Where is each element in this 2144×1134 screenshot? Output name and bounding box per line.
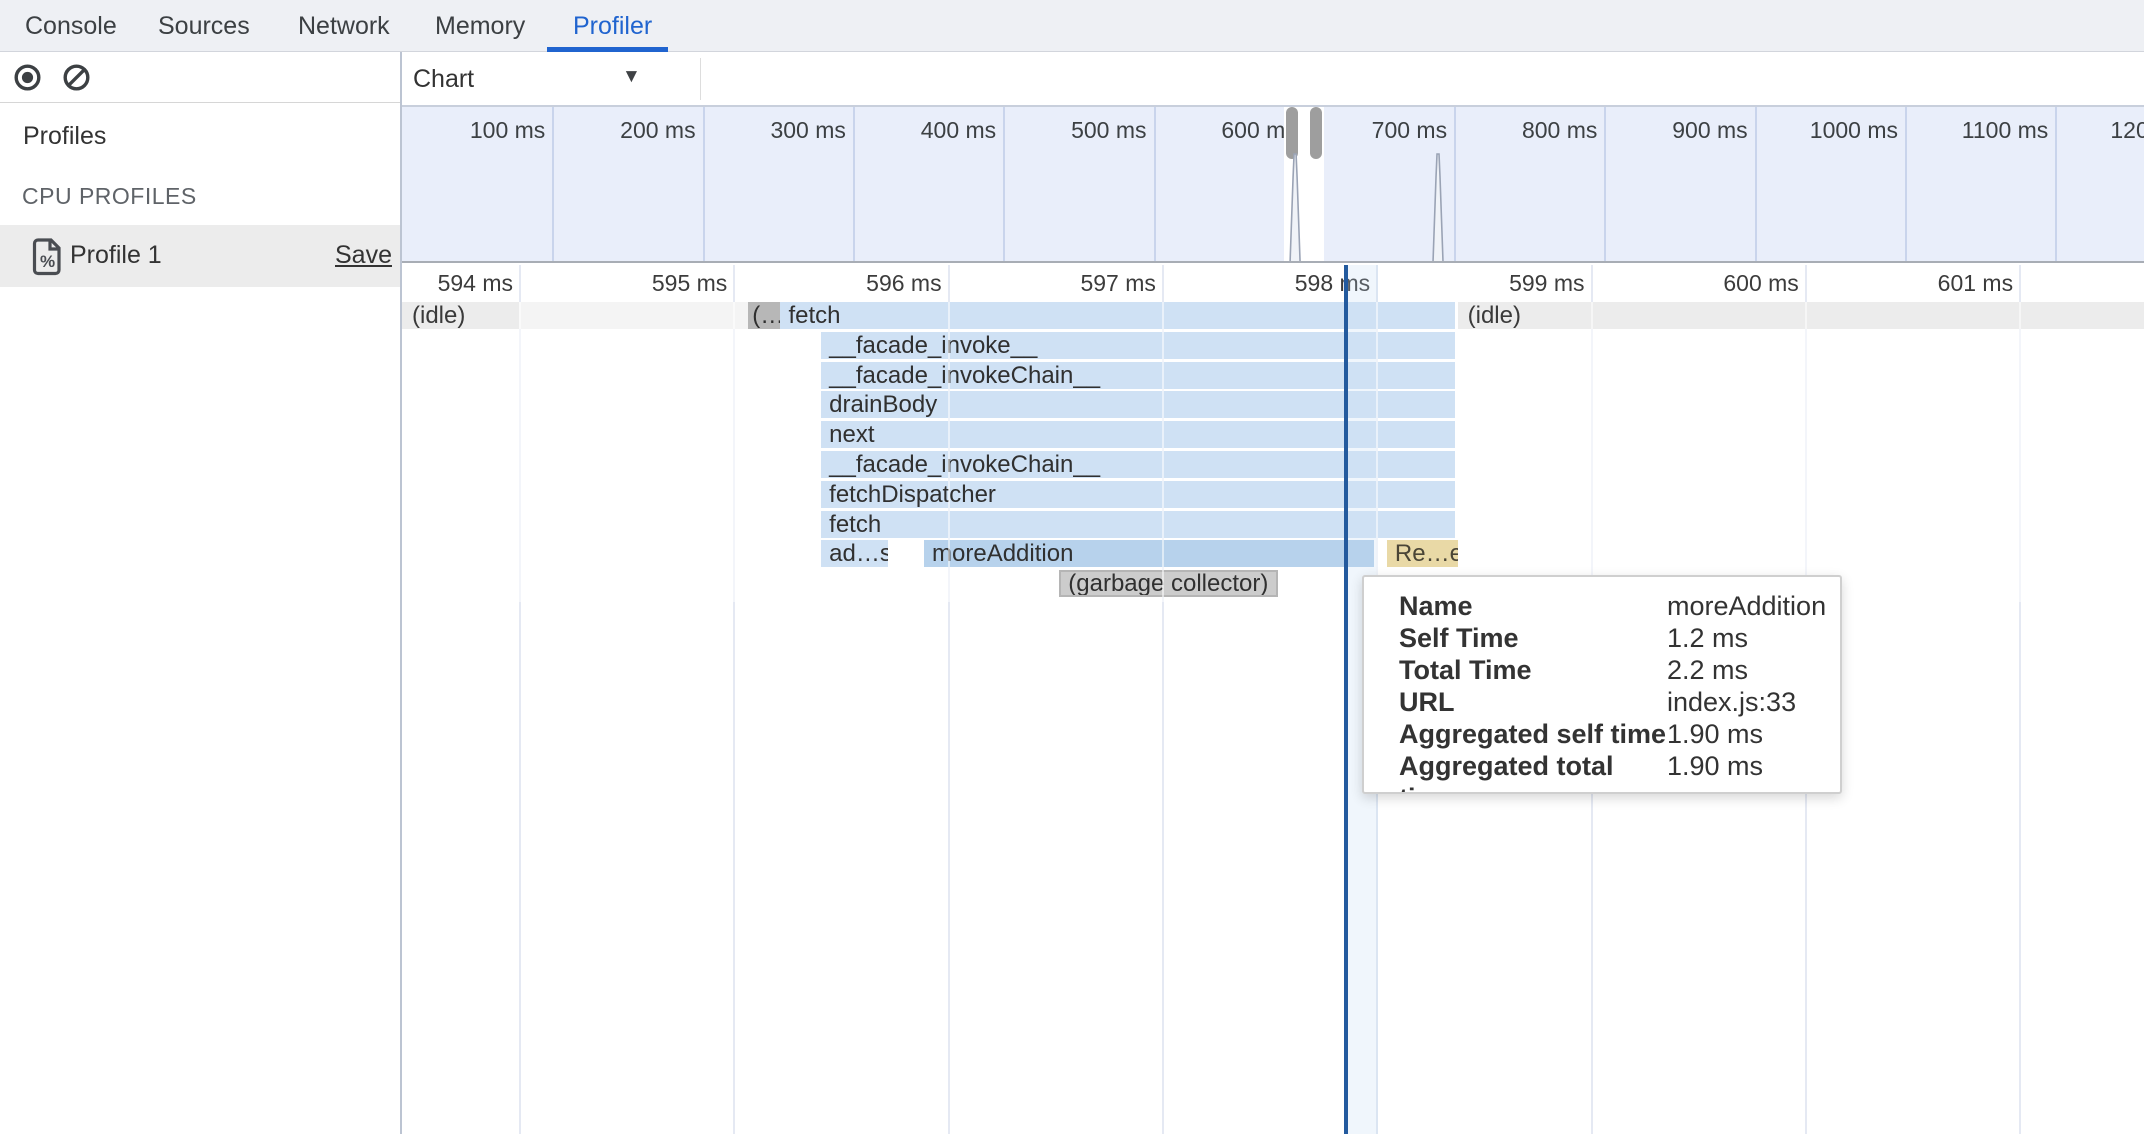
cpu-spike (1433, 154, 1443, 262)
gridline-seam (1805, 302, 1807, 602)
tooltip-row: Aggregated self time1.90 ms (1399, 718, 1840, 750)
tooltip-value: 2.2 ms (1667, 654, 1840, 686)
tooltip-row: Aggregated total time1.90 ms (1399, 750, 1840, 794)
clear-icon[interactable] (62, 63, 91, 92)
time-ruler-label: 599 ms (1425, 270, 1585, 297)
save-profile-link[interactable]: Save (335, 241, 392, 270)
tooltip-value: 1.2 ms (1667, 622, 1840, 654)
flame-bar-moreaddition[interactable]: moreAddition (924, 540, 1374, 567)
flame-bar-facade-invoke[interactable]: __facade_invoke__ (821, 332, 1455, 359)
devtools-window: Console Sources Network Memory Profiler Prof… (0, 0, 2144, 1134)
tab-console[interactable]: Console (25, 0, 117, 52)
flame-bar-re-e[interactable]: Re…e (1387, 540, 1458, 567)
flame-bar-garbage-collector[interactable]: (garbage collector) (1059, 570, 1278, 597)
flame-bar-ad-s[interactable]: ad…s (821, 540, 887, 567)
flame-bar-drainbody[interactable]: drainBody (821, 391, 1455, 418)
tab-sources[interactable]: Sources (158, 0, 250, 52)
tooltip-value: index.js:33 (1667, 686, 1840, 718)
time-ruler-label: 596 ms (782, 270, 942, 297)
flame-bar-next[interactable]: next (821, 421, 1455, 448)
tooltip-label: Aggregated self time (1399, 718, 1667, 750)
profile-list-item[interactable]: % Profile 1 Save (0, 225, 400, 287)
sidebar-toolbar (0, 52, 400, 103)
flame-bar-fetchdispatcher[interactable]: fetchDispatcher (821, 481, 1455, 508)
flame-bar-facade-invokechain[interactable]: __facade_invokeChain__ (821, 362, 1455, 389)
profiler-toolbar: Chart ▼ (402, 52, 2144, 106)
tooltip-row: URLindex.js:33 (1399, 686, 1840, 718)
gridline-seam (519, 302, 521, 602)
toolbar-separator (700, 58, 701, 100)
flame-bar-idle[interactable] (519, 302, 748, 329)
time-ruler-label: 600 ms (1639, 270, 1799, 297)
sidebar: Profiles CPU PROFILES % Profile 1 Save (0, 52, 400, 1134)
time-ruler-label: 597 ms (996, 270, 1156, 297)
cpu-activity-sparkline (402, 107, 2144, 263)
overview-timeline[interactable]: 100 ms200 ms300 ms400 ms500 ms600 ms700 … (402, 106, 2144, 263)
tab-memory[interactable]: Memory (435, 0, 525, 52)
tooltip-row: NamemoreAddition (1399, 590, 1840, 622)
tooltip-label: Aggregated total time (1399, 750, 1667, 794)
flame-bar-fetch[interactable]: fetch (780, 302, 1455, 329)
frame-tooltip: NamemoreAdditionSelf Time1.2 msTotal Tim… (1362, 575, 1842, 794)
time-ruler-label: 601 ms (1853, 270, 2013, 297)
tooltip-row: Self Time1.2 ms (1399, 622, 1840, 654)
view-mode-label: Chart (413, 65, 474, 94)
tooltip-label: Name (1399, 590, 1667, 622)
flame-chart[interactable]: 594 ms595 ms596 ms597 ms598 ms599 ms600 … (402, 265, 2144, 1134)
profile-name: Profile 1 (70, 241, 162, 270)
flame-bar-fetch[interactable]: fetch (821, 511, 1455, 538)
flame-bar-frame[interactable]: (… (748, 302, 780, 329)
tooltip-row: Total Time2.2 ms (1399, 654, 1840, 686)
tooltip-value: 1.90 ms (1667, 718, 1840, 750)
gridline-seam (1591, 302, 1593, 602)
cpu-profiles-section-label: CPU PROFILES (22, 183, 197, 210)
tooltip-label: Self Time (1399, 622, 1667, 654)
tooltip-label: Total Time (1399, 654, 1667, 686)
gridline-seam (1162, 302, 1164, 602)
tooltip-value: moreAddition (1667, 590, 1840, 622)
gridline-seam (2019, 302, 2021, 602)
time-ruler-label: 595 ms (567, 270, 727, 297)
gridline-seam (948, 302, 950, 602)
tooltip-label: URL (1399, 686, 1667, 718)
percent-document-icon: % (32, 237, 62, 281)
flame-bar-idle[interactable]: (idle) (1458, 302, 2144, 329)
view-mode-dropdown[interactable]: Chart ▼ (413, 52, 663, 105)
record-icon[interactable] (13, 63, 42, 92)
chevron-down-icon: ▼ (622, 66, 641, 88)
flame-bar-idle[interactable]: (idle) (402, 302, 519, 329)
time-ruler-label: 594 ms (402, 270, 513, 297)
cpu-spike (1290, 154, 1300, 262)
devtools-tab-bar: Console Sources Network Memory Profiler (0, 0, 2144, 52)
current-time-marker[interactable] (1344, 265, 1348, 1134)
svg-text:%: % (40, 252, 55, 271)
gridline-seam (733, 302, 735, 602)
tab-network[interactable]: Network (298, 0, 390, 52)
tab-profiler[interactable]: Profiler (573, 0, 652, 52)
gridline-seam (1376, 302, 1378, 602)
flame-bar-facade-invokechain[interactable]: __facade_invokeChain__ (821, 451, 1455, 478)
tooltip-value: 1.90 ms (1667, 750, 1840, 794)
profiles-heading: Profiles (23, 122, 106, 151)
